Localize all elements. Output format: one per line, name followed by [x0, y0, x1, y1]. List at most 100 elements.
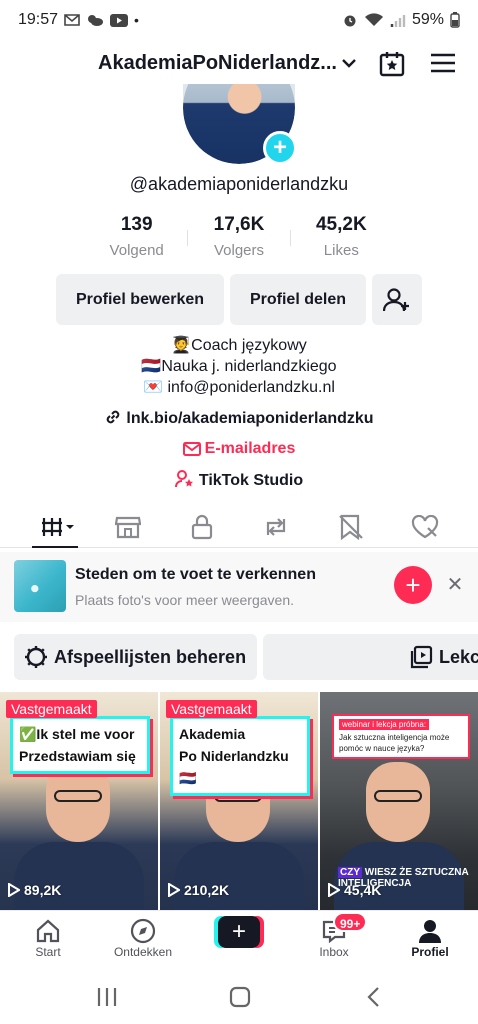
- video-thumbnail[interactable]: webinar i lekcja próbna: Jak sztuczna in…: [320, 692, 478, 910]
- bookmark-hidden-icon: [339, 514, 363, 540]
- back-icon[interactable]: [360, 984, 390, 1010]
- nav-discover[interactable]: Ontdekken: [103, 917, 183, 959]
- lock-icon: [191, 514, 213, 540]
- stat-following[interactable]: 139 Volgend: [86, 214, 187, 264]
- view-count-text: 210,2K: [184, 882, 230, 898]
- profile-header: AkademiaPoNiderlandz...: [0, 44, 478, 84]
- view-count-text: 89,2K: [24, 882, 62, 898]
- nav-start[interactable]: Start: [8, 917, 88, 959]
- create-button[interactable]: +: [214, 916, 264, 948]
- pinned-badge: Vastgemaakt: [166, 700, 257, 718]
- heart-hidden-icon: [411, 515, 439, 539]
- compass-icon: [130, 918, 156, 944]
- alarm-icon: [344, 15, 356, 27]
- profile-stats: 139 Volgend 17,6K Volgers 45,2K Likes: [86, 214, 392, 264]
- suggestion-title: Steden om te voet te verkennen: [75, 566, 316, 583]
- signal-icon: [390, 15, 406, 27]
- add-avatar-plus-icon[interactable]: +: [263, 131, 297, 165]
- video-thumbnail[interactable]: Akademia Po Niderlandzku🇳🇱 Vastgemaakt 2…: [160, 692, 318, 910]
- video-caption-line: Akademia: [179, 726, 246, 742]
- nav-discover-label: Ontdekken: [113, 945, 173, 959]
- stat-followers-value: 17,6K: [213, 214, 265, 235]
- link-icon: [107, 410, 120, 424]
- tab-favorites[interactable]: [336, 512, 366, 542]
- playlist-lessons-button[interactable]: Lekc: [263, 634, 478, 680]
- weather-icon: [88, 15, 104, 26]
- tab-reposts[interactable]: [261, 512, 291, 542]
- calendar-star-icon[interactable]: [378, 50, 406, 78]
- nav-profile[interactable]: Profiel: [390, 917, 470, 959]
- video-person-face: [366, 762, 430, 842]
- system-navigation: [0, 970, 478, 1024]
- status-left: 19:57 •: [18, 11, 139, 29]
- grid-videos-icon: [42, 518, 74, 536]
- home-button-icon[interactable]: [225, 984, 255, 1010]
- manage-playlists-label: Afspeellijsten beheren: [54, 646, 247, 667]
- view-count: 210,2K: [168, 882, 229, 898]
- playlist-icon: [410, 645, 433, 669]
- wifi-icon: [364, 13, 383, 26]
- tiktok-studio-text: TikTok Studio: [198, 472, 304, 489]
- bio-line: 🇳🇱Nauka j. niderlandzkiego: [141, 358, 337, 375]
- video-caption: Akademia Po Niderlandzku🇳🇱: [170, 716, 310, 796]
- close-icon[interactable]: ✕: [444, 574, 466, 596]
- stat-likes-label: Likes: [323, 242, 359, 259]
- play-icon: [8, 883, 20, 897]
- notification-dot-icon: •: [134, 12, 139, 28]
- video-caption-head: webinar i lekcja próbna:: [339, 719, 430, 730]
- nav-profile-label: Profiel: [411, 945, 449, 959]
- chevron-down-icon[interactable]: [340, 54, 358, 72]
- video-thumbnail[interactable]: ✅Ik stel me voor Przedstawiam się Vastge…: [0, 692, 158, 910]
- recent-apps-icon[interactable]: [92, 984, 122, 1010]
- video-person-suit: [174, 842, 304, 910]
- play-icon: [168, 883, 180, 897]
- add-friends-button[interactable]: [372, 274, 422, 325]
- plus-icon: +: [218, 916, 260, 948]
- inbox-badge: 99+: [333, 912, 368, 932]
- suggestion-thumbnail: [14, 560, 66, 612]
- bio-link[interactable]: lnk.bio/akademiaponiderlandzku: [0, 408, 478, 428]
- status-bar: 19:57 • 59%: [0, 0, 478, 40]
- video-person-suit: [14, 842, 144, 910]
- tab-shop[interactable]: [113, 512, 143, 542]
- video-grid: ✅Ik stel me voor Przedstawiam się Vastge…: [0, 692, 478, 910]
- studio-user-star-icon: [174, 470, 193, 488]
- video-overlay-highlight: CZY: [338, 867, 362, 878]
- video-caption: ✅Ik stel me voor Przedstawiam się: [10, 716, 150, 774]
- tab-private[interactable]: [187, 512, 217, 542]
- tab-videos[interactable]: [40, 512, 76, 542]
- video-person-face: [46, 762, 110, 842]
- username: @akademiaponiderlandzku: [129, 174, 349, 194]
- video-caption-line: Po Niderlandzku🇳🇱: [179, 748, 289, 786]
- menu-icon[interactable]: [430, 52, 456, 74]
- tiktok-studio-link[interactable]: TikTok Studio: [0, 470, 478, 490]
- email-link-text: E-mailadres: [204, 440, 296, 457]
- gmail-icon: [64, 14, 80, 26]
- add-user-icon: [383, 287, 409, 311]
- battery-percent: 59%: [411, 11, 444, 28]
- video-person-glasses: [374, 790, 422, 802]
- email-link[interactable]: E-mailadres: [0, 440, 478, 458]
- share-profile-button[interactable]: Profiel delen: [230, 274, 366, 325]
- edit-profile-button[interactable]: Profiel bewerken: [56, 274, 224, 325]
- home-icon: [36, 919, 60, 943]
- pinned-badge: Vastgemaakt: [6, 700, 97, 718]
- manage-playlists-button[interactable]: Afspeellijsten beheren: [14, 634, 257, 680]
- video-caption-line: ✅Ik stel me voor: [19, 726, 135, 742]
- stat-likes[interactable]: 45,2K Likes: [291, 214, 392, 264]
- status-right: 59%: [342, 11, 460, 29]
- suggestion-add-button[interactable]: +: [394, 566, 432, 604]
- view-count: 45,4K: [328, 882, 381, 898]
- stat-followers[interactable]: 17,6K Volgers: [188, 214, 289, 264]
- status-time: 19:57: [18, 11, 59, 28]
- bio-link-text: lnk.bio/akademiaponiderlandzku: [126, 410, 374, 427]
- stat-following-label: Volgend: [109, 242, 164, 259]
- account-name-title[interactable]: AkademiaPoNiderlandz...: [98, 52, 337, 75]
- content-tabs: [0, 504, 478, 548]
- shop-icon: [115, 516, 141, 539]
- tab-liked[interactable]: [410, 512, 440, 542]
- repost-icon: [266, 518, 286, 536]
- video-caption-body: Jak sztuczna inteligencja może pomóc w n…: [339, 733, 450, 753]
- view-count: 89,2K: [8, 882, 61, 898]
- nav-inbox-label: Inbox: [319, 945, 349, 959]
